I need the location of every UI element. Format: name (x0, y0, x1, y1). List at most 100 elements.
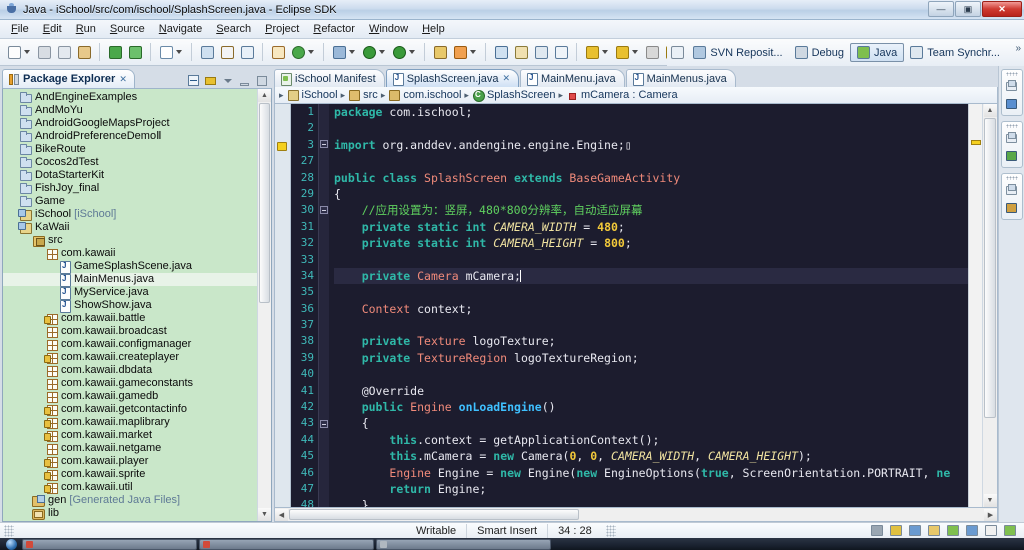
tree-item[interactable]: com.kawaii.broadcast (3, 325, 257, 338)
editor-vertical-scrollbar[interactable]: ▲ ▼ (982, 104, 997, 507)
code-line[interactable]: private Camera mCamera; (334, 267, 968, 285)
code-line[interactable] (334, 153, 968, 169)
code-line[interactable]: { (334, 186, 968, 202)
tree-item[interactable]: com.kawaii (3, 247, 257, 260)
new-class-icon[interactable] (237, 42, 257, 62)
menu-navigate[interactable]: Navigate (152, 21, 209, 37)
menu-edit[interactable]: Edit (36, 21, 69, 37)
show-whitespace-icon[interactable] (531, 42, 551, 62)
code-line[interactable]: @Override (334, 383, 968, 399)
code-line[interactable]: Context context; (334, 301, 968, 317)
code-line[interactable]: public Engine onLoadEngine() (334, 399, 968, 415)
editor-scroll-thumb[interactable] (984, 118, 996, 418)
restore-view-icon[interactable] (1004, 183, 1020, 198)
run-icon[interactable] (359, 42, 379, 62)
overview-warning-mark[interactable] (971, 140, 981, 145)
comment-icon[interactable] (965, 524, 980, 538)
editor-tab-mainmenu-java[interactable]: MainMenu.java (520, 69, 625, 87)
perspective-java[interactable]: Java (849, 43, 905, 62)
code-line[interactable]: } (334, 497, 968, 507)
console-icon[interactable] (1004, 149, 1020, 164)
minimize-icon[interactable] (238, 74, 252, 88)
close-button[interactable]: ✕ (982, 1, 1022, 17)
menu-refactor[interactable]: Refactor (306, 21, 362, 37)
editor-scroll-right-arrow[interactable]: ▶ (984, 508, 997, 521)
editor-tab-mainmenus-java[interactable]: MainMenus.java (625, 69, 736, 87)
tree-item[interactable]: com.kawaii.dbdata (3, 364, 257, 377)
perspective-overflow-chevron[interactable]: » (1015, 43, 1021, 54)
tree-item[interactable]: com.kawaii.netgame (3, 442, 257, 455)
android-icon[interactable] (1003, 524, 1018, 538)
maximize-icon[interactable] (255, 74, 269, 88)
menu-help[interactable]: Help (415, 21, 452, 37)
perspective-svn-reposit[interactable]: SVN Reposit... (687, 44, 788, 61)
fold-toggle-class[interactable] (320, 206, 328, 214)
tree-item[interactable]: DotaStarterKit (3, 169, 257, 182)
tree-item[interactable]: AndroidPreferenceDemoⅡ (3, 130, 257, 143)
fold-toggle-method[interactable] (320, 420, 328, 428)
tree-item[interactable]: lib (3, 507, 257, 520)
minimize-button[interactable]: — (928, 1, 954, 17)
scroll-down-arrow[interactable]: ▼ (258, 508, 271, 521)
toggle-mark-occurrences-icon[interactable] (511, 42, 531, 62)
external-tools-dropdown-arrow[interactable] (409, 50, 415, 54)
copy-icon[interactable] (927, 524, 942, 538)
tree-item[interactable]: BikeRoute (3, 143, 257, 156)
tab-package-explorer[interactable]: Package Explorer ✕ (2, 69, 135, 88)
code-line[interactable]: private static int CAMERA_WIDTH = 480; (334, 219, 968, 235)
view-stack-grip[interactable] (1005, 176, 1018, 180)
open-perspective-icon[interactable] (667, 43, 687, 63)
code-line[interactable] (334, 317, 968, 333)
pin-dropdown-arrow[interactable] (470, 50, 476, 54)
code-line[interactable]: this.context = getApplicationContext(); (334, 432, 968, 448)
tree-item[interactable]: com.kawaii.getcontactinfo (3, 403, 257, 416)
warning-marker-icon[interactable] (275, 140, 289, 153)
menu-run[interactable]: Run (69, 21, 103, 37)
pin-icon[interactable] (450, 42, 470, 62)
code-text[interactable]: package com.ischool; import org.anddev.a… (329, 104, 968, 507)
editor-tab-splashscreen-java[interactable]: SplashScreen.java✕ (385, 69, 519, 87)
open-type-icon[interactable] (197, 42, 217, 62)
junit-icon[interactable] (984, 524, 999, 538)
code-line[interactable]: private Texture logoTexture; (334, 333, 968, 349)
link-with-editor-icon[interactable] (204, 74, 218, 88)
tree-item[interactable]: AndMoYu (3, 104, 257, 117)
tree-item[interactable]: gen [Generated Java Files] (3, 494, 257, 507)
code-line[interactable] (334, 284, 968, 300)
debug-dropdown-arrow[interactable] (349, 50, 355, 54)
status-insert-mode[interactable]: Smart Insert (466, 523, 547, 538)
print-icon[interactable] (870, 524, 885, 538)
view-stack-grip[interactable] (1005, 124, 1018, 128)
package-explorer-close-icon[interactable]: ✕ (119, 74, 127, 85)
code-line[interactable]: { (334, 415, 968, 431)
tree-item[interactable]: com.kawaii.gameconstants (3, 377, 257, 390)
overview-ruler[interactable] (968, 104, 982, 507)
restore-view-icon[interactable] (1004, 79, 1020, 94)
search-dropdown-arrow[interactable] (308, 50, 314, 54)
breadcrumb-item[interactable]: src (348, 89, 378, 101)
search-icon[interactable] (288, 42, 308, 62)
new-icon[interactable] (946, 524, 961, 538)
menu-file[interactable]: File (4, 21, 36, 37)
tree-item[interactable]: Game (3, 195, 257, 208)
tree-item[interactable]: AndroidGoogleMapsProject (3, 117, 257, 130)
taskbar-item-3[interactable] (376, 538, 551, 550)
breadcrumb-item[interactable]: com.ischool (388, 89, 461, 101)
tree-item[interactable]: com.kawaii.configmanager (3, 338, 257, 351)
tree-item[interactable]: ShowShow.java (3, 299, 257, 313)
collapse-all-icon[interactable] (187, 74, 201, 88)
tree-item[interactable]: com.kawaii.player (3, 455, 257, 468)
run-dropdown-arrow[interactable] (379, 50, 385, 54)
save-all-icon[interactable] (54, 42, 74, 62)
lock-icon[interactable] (889, 524, 904, 538)
package-tree-scrollbar[interactable]: ▲ ▼ (257, 89, 271, 521)
properties-icon[interactable] (1004, 201, 1020, 216)
android-sdk-manager-icon[interactable] (125, 42, 145, 62)
new-package-icon[interactable] (268, 42, 288, 62)
tree-item[interactable]: FishJoy_final (3, 182, 257, 195)
taskbar-item-2[interactable] (199, 538, 374, 550)
view-menu-icon[interactable] (221, 74, 235, 88)
code-line[interactable] (334, 366, 968, 382)
restore-view-icon[interactable] (1004, 131, 1020, 146)
code-line[interactable]: package com.ischool; (334, 104, 968, 120)
